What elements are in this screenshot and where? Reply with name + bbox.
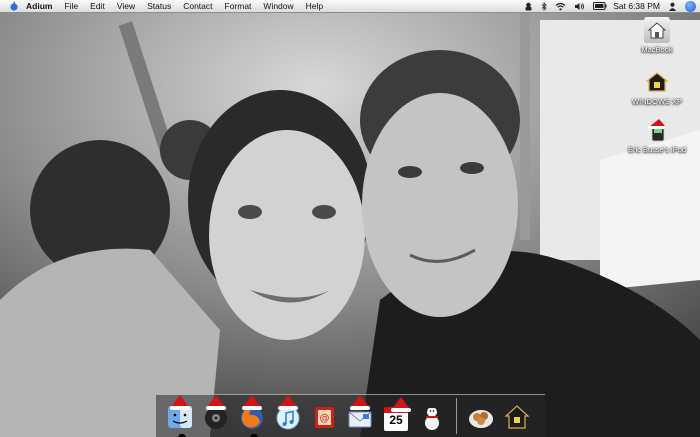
menu-clock[interactable]: Sat 6:38 PM [613,1,660,11]
adium-duck-icon[interactable] [524,2,533,11]
dock-snowman[interactable] [416,399,448,433]
dock-finder[interactable] [164,395,196,437]
running-indicator [178,431,186,437]
menu-file[interactable]: File [64,1,78,11]
dock-home[interactable] [501,399,533,433]
user-icon[interactable] [668,2,677,11]
bluetooth-icon[interactable] [541,1,547,11]
desktop-icon-label: Eric Busse's iPod [627,145,687,154]
dock-dvd-player[interactable] [200,395,232,433]
menu-help[interactable]: Help [306,1,323,11]
desktop-icon-label: MacBook [641,45,673,54]
dock-itunes[interactable] [272,395,304,433]
house-drive-icon [644,69,670,95]
desktop-icon-label: WINDOWS XP [632,97,682,106]
desktop-icon-macbook[interactable]: MacBook [624,17,690,54]
apple-menu-icon[interactable] [9,1,19,11]
ipod-santa-hat-icon [644,117,670,143]
menu-status[interactable]: Status [147,1,171,11]
dock-ical[interactable]: 25 [380,397,412,433]
calendar-day: 25 [389,413,403,427]
santa-hat-icon [350,395,370,410]
cookie-plate-icon [469,410,493,428]
dock-firefox[interactable] [236,395,268,437]
menu-extras: Sat 6:38 PM [516,0,700,12]
menu-app-adium[interactable]: Adium [26,1,52,11]
contacts-icon: @ [315,407,334,428]
santa-hat-icon [391,397,411,412]
dock-cookies[interactable] [465,399,497,433]
menu-window[interactable]: Window [263,1,293,11]
menu-bar: Adium File Edit View Status Contact Form… [0,0,700,13]
menu-contact[interactable]: Contact [183,1,212,11]
running-indicator [250,431,258,437]
dock-mail[interactable] [344,395,376,433]
volume-icon[interactable] [574,2,585,11]
house-hd-icon [644,17,670,43]
wifi-icon[interactable] [555,2,566,11]
desktop-icon-ipod[interactable]: Eric Busse's iPod [624,117,690,154]
santa-hat-icon [170,395,190,410]
desktop-wallpaper [0,0,700,437]
spotlight-icon[interactable] [685,0,696,12]
santa-hat-icon [206,395,226,410]
menu-format[interactable]: Format [225,1,252,11]
menu-edit[interactable]: Edit [90,1,105,11]
dock-separator [456,398,457,434]
snowman-icon [425,401,439,430]
santa-hat-icon [278,395,298,410]
house-icon [504,405,530,429]
battery-icon[interactable] [593,2,607,10]
dock: @ 25 [156,394,545,437]
svg-text:@: @ [320,413,330,424]
desktop-icon-windows-xp[interactable]: WINDOWS XP [624,69,690,106]
menu-view[interactable]: View [117,1,135,11]
dock-address-book[interactable]: @ [308,399,340,433]
santa-hat-icon [242,395,262,410]
